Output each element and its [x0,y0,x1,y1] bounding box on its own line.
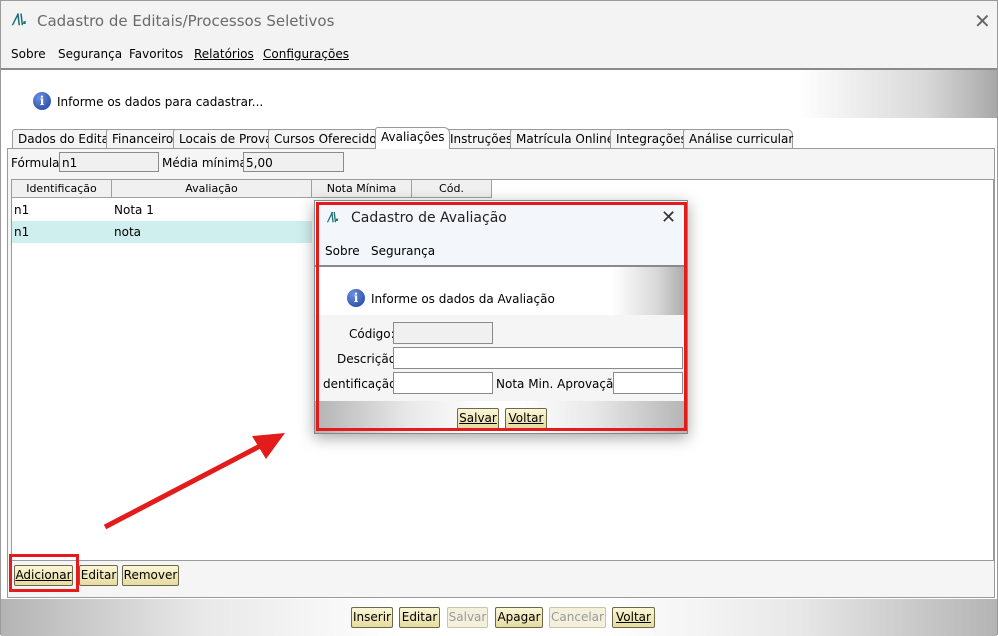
tab-avaliacoes[interactable]: Avaliações [375,127,450,149]
dialog-highlight [316,202,687,431]
arrow-shaft [103,442,264,530]
